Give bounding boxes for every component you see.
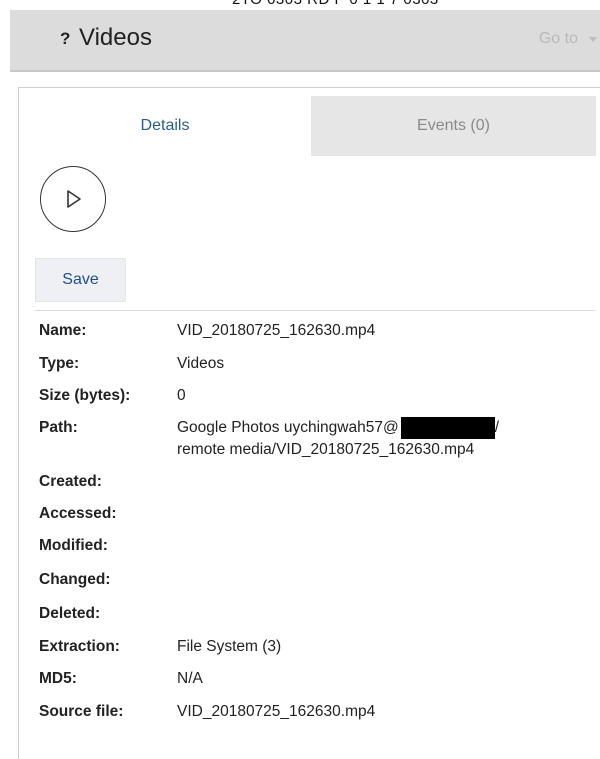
tab-details[interactable]: Details — [19, 96, 311, 156]
help-icon[interactable]: ? — [60, 29, 70, 49]
tab-events-label: Events (0) — [417, 117, 490, 134]
label-created: Created: — [39, 473, 102, 490]
details-panel: Details Events (0) Save Name: VID_201807… — [18, 87, 600, 759]
value-name: VID_20180725_162630.mp4 — [177, 322, 376, 339]
play-button[interactable] — [40, 166, 106, 232]
label-type: Type: — [39, 355, 80, 372]
value-extraction: File System (3) — [177, 638, 282, 655]
top-text: 2TO 0303 RD P 0 1 1 7 0303 — [232, 0, 439, 8]
label-name: Name: — [39, 322, 87, 339]
page-title: Videos — [79, 24, 152, 51]
label-source-file: Source file: — [39, 703, 124, 720]
label-modified: Modified: — [39, 537, 108, 554]
value-path-line1: Google Photos uychingwah57@ — [177, 419, 399, 436]
clipped-top-text: 2TO 0303 RD P 0 1 1 7 0303 — [0, 0, 600, 10]
label-accessed: Accessed: — [39, 505, 117, 522]
window-header: ? Videos Go to — [10, 10, 600, 72]
goto-dropdown[interactable]: Go to — [539, 30, 578, 48]
value-source-file: VID_20180725_162630.mp4 — [177, 703, 376, 720]
label-path: Path: — [39, 419, 78, 436]
value-type: Videos — [177, 355, 225, 372]
label-extraction: Extraction: — [39, 638, 120, 655]
value-md5: N/A — [177, 670, 203, 687]
label-changed: Changed: — [39, 571, 111, 588]
chevron-down-icon[interactable] — [589, 37, 597, 42]
label-deleted: Deleted: — [39, 605, 101, 622]
value-path-line1-tail: / — [494, 419, 499, 436]
value-size: 0 — [177, 387, 186, 404]
divider — [35, 310, 595, 311]
tab-bar: Details Events (0) — [19, 96, 600, 156]
save-button-label: Save — [62, 271, 99, 288]
label-size: Size (bytes): — [39, 387, 131, 404]
value-path-line2: remote media/VID_20180725_162630.mp4 — [177, 441, 475, 458]
label-md5: MD5: — [39, 670, 77, 687]
save-button[interactable]: Save — [35, 258, 126, 302]
value-path: Google Photos uychingwah57@ / remote medi… — [177, 417, 499, 461]
tab-events[interactable]: Events (0) — [311, 96, 596, 156]
play-icon — [67, 190, 81, 208]
tab-details-label: Details — [140, 117, 190, 134]
redaction-bar — [400, 417, 495, 439]
